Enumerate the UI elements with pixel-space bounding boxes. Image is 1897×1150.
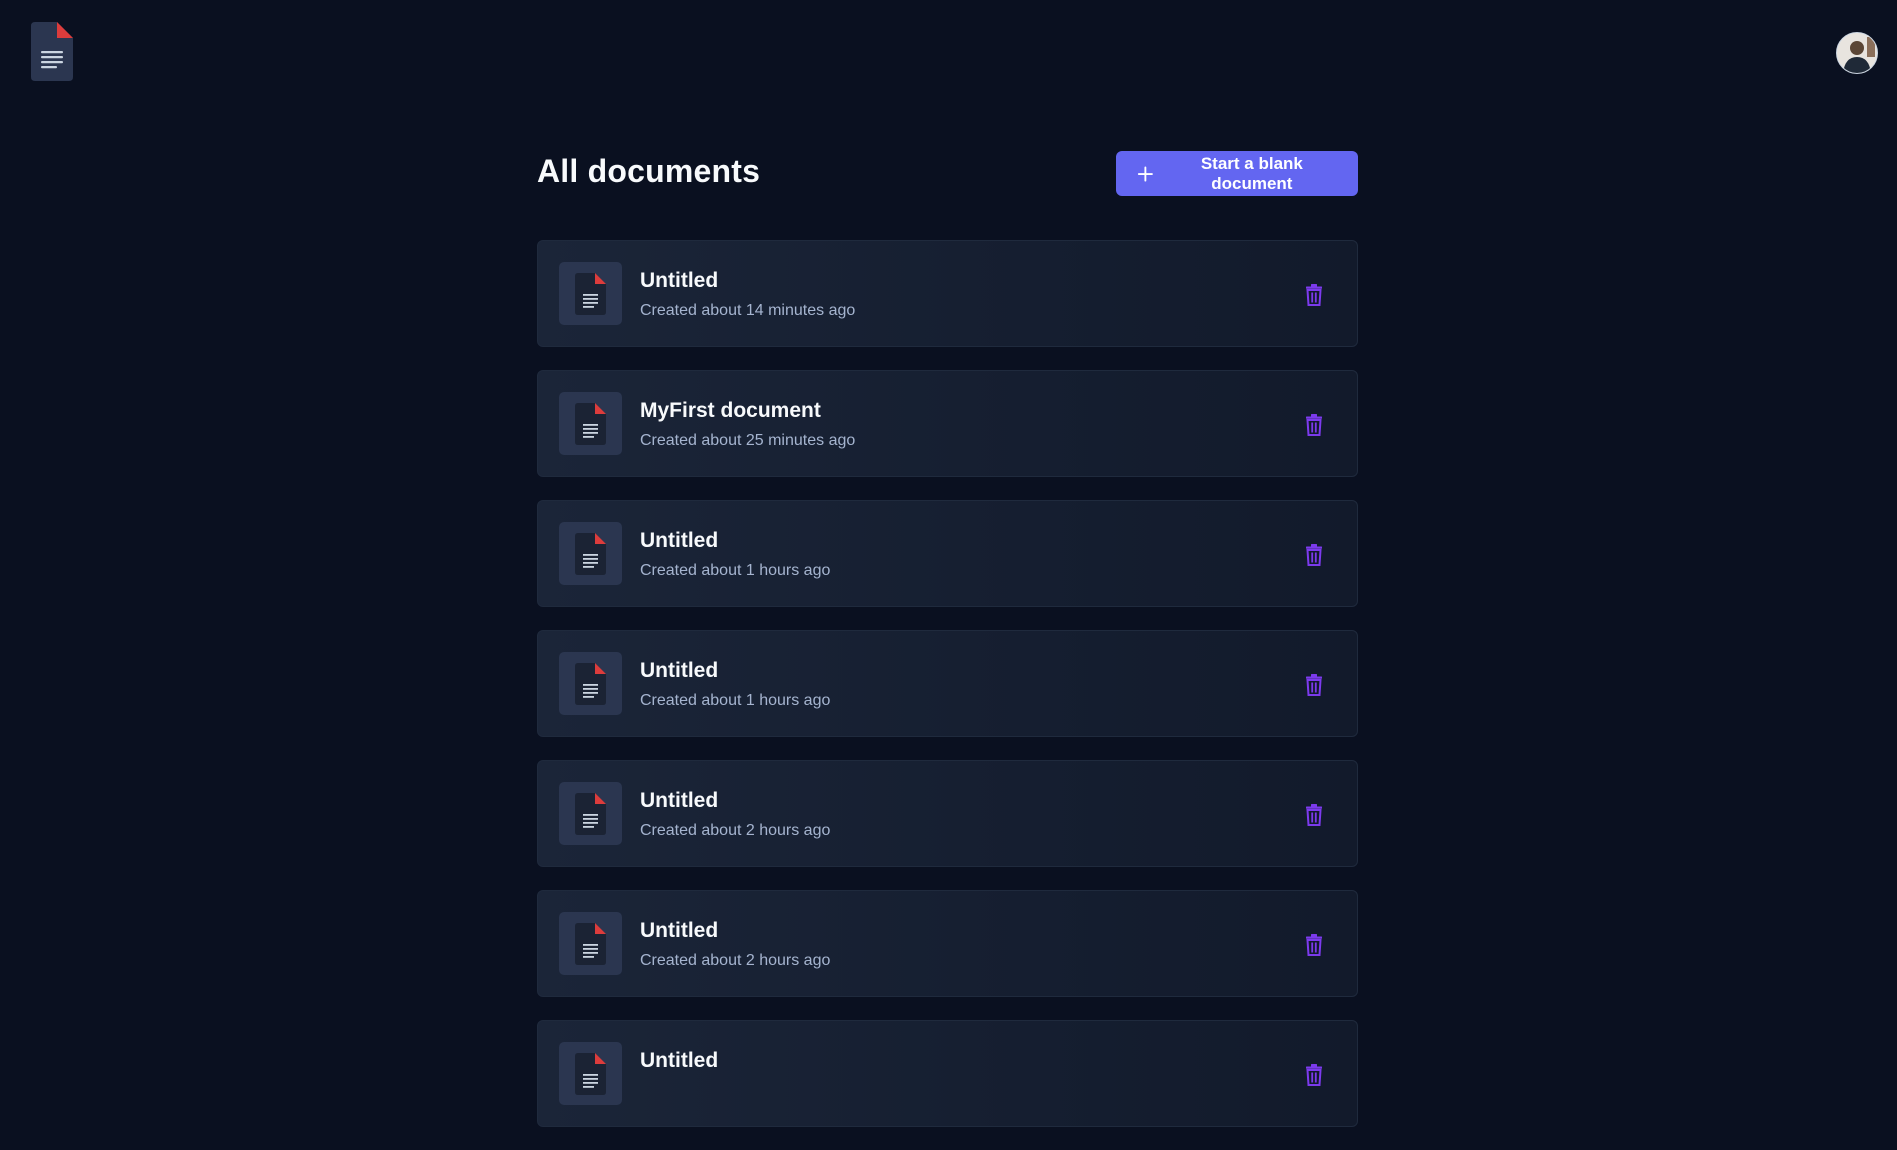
start-blank-document-label: Start a blank document — [1200, 153, 1303, 193]
trash-icon[interactable] — [1304, 544, 1324, 566]
document-title: Untitled — [640, 659, 719, 682]
document-thumbnail — [559, 912, 622, 975]
document-title: Untitled — [640, 529, 719, 552]
document-icon — [575, 403, 606, 445]
page-header: All documents Start a blank document — [537, 150, 1358, 196]
document-thumbnail — [559, 1042, 622, 1105]
document-created-time: Created about 14 minutes ago — [640, 302, 856, 319]
document-icon — [575, 663, 606, 705]
user-avatar[interactable] — [1836, 32, 1878, 74]
app-logo-icon[interactable] — [31, 22, 73, 81]
document-thumbnail — [559, 652, 622, 715]
document-created-time: Created about 25 minutes ago — [640, 432, 856, 449]
page-title: All documents — [537, 153, 761, 189]
trash-icon[interactable] — [1304, 414, 1324, 436]
documents-main: All documents Start a blank document Unt… — [537, 150, 1358, 1127]
document-created-time: Created about 2 hours ago — [640, 822, 831, 839]
document-icon — [575, 273, 606, 315]
document-icon — [575, 923, 606, 965]
document-thumbnail — [559, 392, 622, 455]
document-title: Untitled — [640, 1049, 719, 1072]
document-thumbnail — [559, 782, 622, 845]
document-created-time: Created about 2 hours ago — [640, 952, 831, 969]
document-item[interactable]: Untitled — [537, 1020, 1358, 1127]
document-icon — [575, 793, 606, 835]
document-icon — [575, 533, 606, 575]
document-created-time: Created about 1 hours ago — [640, 562, 831, 579]
document-title: MyFirst document — [640, 399, 821, 422]
document-item[interactable]: MyFirst document Created about 25 minute… — [537, 370, 1358, 477]
trash-icon[interactable] — [1304, 934, 1324, 956]
document-title: Untitled — [640, 789, 719, 812]
document-list: Untitled Created about 14 minutes ago My… — [537, 240, 1358, 1150]
trash-icon[interactable] — [1304, 284, 1324, 306]
document-title: Untitled — [640, 919, 719, 942]
trash-icon[interactable] — [1304, 674, 1324, 696]
start-blank-document-button[interactable]: Start a blank document — [1116, 151, 1358, 196]
document-item[interactable]: Untitled Created about 1 hours ago — [537, 500, 1358, 607]
document-item[interactable]: Untitled Created about 14 minutes ago — [537, 240, 1358, 347]
document-thumbnail — [559, 522, 622, 585]
trash-icon[interactable] — [1304, 1064, 1324, 1086]
document-created-time: Created about 1 hours ago — [640, 692, 831, 709]
document-thumbnail — [559, 262, 622, 325]
document-icon — [575, 1053, 606, 1095]
document-title: Untitled — [640, 269, 719, 292]
document-item[interactable]: Untitled Created about 1 hours ago — [537, 630, 1358, 737]
document-item[interactable]: Untitled Created about 2 hours ago — [537, 890, 1358, 997]
document-item[interactable]: Untitled Created about 2 hours ago — [537, 760, 1358, 867]
trash-icon[interactable] — [1304, 804, 1324, 826]
plus-icon — [1137, 166, 1153, 181]
